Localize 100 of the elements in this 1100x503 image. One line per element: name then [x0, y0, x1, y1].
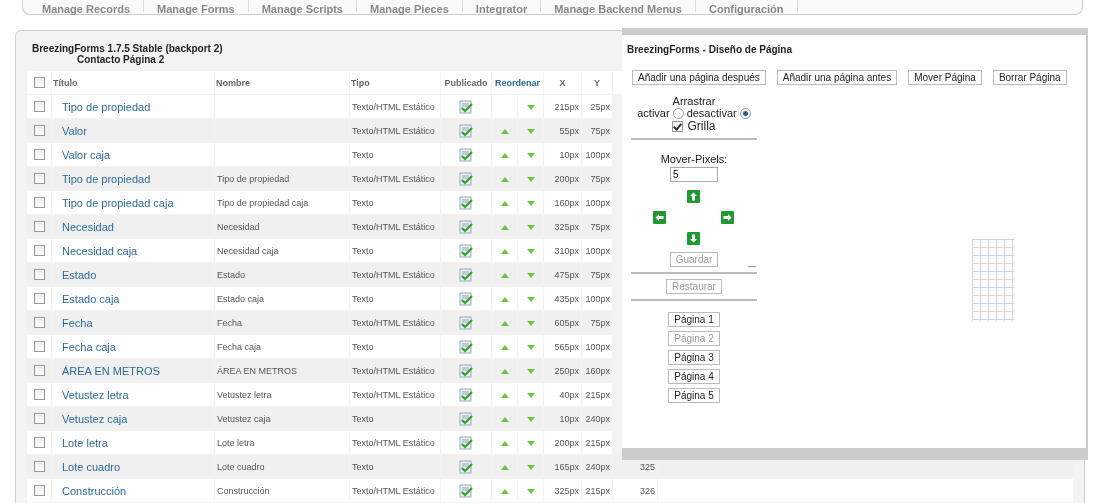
- published-icon[interactable]: [459, 363, 473, 378]
- row-checkbox[interactable]: [33, 317, 45, 329]
- published-icon[interactable]: [459, 99, 473, 114]
- move-down-icon[interactable]: [526, 296, 535, 302]
- row-checkbox[interactable]: [33, 293, 45, 305]
- move-up-icon[interactable]: [500, 200, 509, 206]
- move-down-icon[interactable]: [526, 416, 535, 422]
- grid-checkbox[interactable]: [672, 120, 684, 132]
- table-cell: Texto: [352, 149, 374, 160]
- column-header: Y: [582, 71, 612, 94]
- page-action-button[interactable]: Añadir una página antes: [776, 70, 898, 85]
- page-action-button[interactable]: Borrar Página: [992, 70, 1067, 85]
- move-up-icon[interactable]: [500, 224, 509, 230]
- right-arrow-icon[interactable]: [720, 211, 734, 224]
- published-icon[interactable]: [459, 411, 473, 426]
- published-icon[interactable]: [459, 315, 473, 330]
- title-link[interactable]: Estado: [54, 268, 97, 281]
- move-down-icon[interactable]: [526, 248, 535, 254]
- title-link[interactable]: Valor caja: [54, 148, 111, 161]
- row-checkbox[interactable]: [33, 149, 45, 161]
- published-icon[interactable]: [459, 267, 473, 282]
- move-down-icon[interactable]: [526, 464, 535, 470]
- move-up-icon[interactable]: [500, 464, 509, 470]
- page-button[interactable]: Página 4: [668, 369, 720, 384]
- title-link[interactable]: Vetustez caja: [54, 412, 128, 425]
- row-checkbox[interactable]: [33, 485, 45, 497]
- row-checkbox[interactable]: [33, 365, 45, 377]
- move-down-icon[interactable]: [526, 272, 535, 278]
- row-checkbox[interactable]: [33, 197, 45, 209]
- published-icon[interactable]: [459, 195, 473, 210]
- move-down-icon[interactable]: [526, 368, 535, 374]
- row-checkbox[interactable]: [33, 437, 45, 449]
- row-checkbox[interactable]: [33, 101, 45, 113]
- move-up-icon[interactable]: [500, 176, 509, 182]
- page-action-button[interactable]: Añadir una página después: [632, 70, 766, 85]
- move-down-icon[interactable]: [526, 200, 535, 206]
- move-up-icon[interactable]: [500, 344, 509, 350]
- row-checkbox[interactable]: [33, 389, 45, 401]
- page-button[interactable]: Página 5: [668, 388, 720, 403]
- move-down-icon[interactable]: [526, 440, 535, 446]
- move-up-icon[interactable]: [500, 320, 509, 326]
- move-down-icon[interactable]: [526, 176, 535, 182]
- title-link[interactable]: Lote cuadro: [54, 460, 121, 473]
- row-checkbox[interactable]: [33, 269, 45, 281]
- published-icon[interactable]: [459, 147, 473, 162]
- column-header: Tipo: [350, 71, 440, 94]
- up-arrow-icon[interactable]: [686, 190, 700, 203]
- published-icon[interactable]: [459, 459, 473, 474]
- move-down-icon[interactable]: [526, 320, 535, 326]
- published-icon[interactable]: [459, 435, 473, 450]
- move-up-icon[interactable]: [500, 392, 509, 398]
- move-up-icon[interactable]: [500, 488, 509, 494]
- published-icon[interactable]: [459, 171, 473, 186]
- page-button[interactable]: Página 1: [668, 312, 720, 327]
- title-link[interactable]: Fecha: [54, 316, 93, 329]
- move-down-icon[interactable]: [526, 392, 535, 398]
- radio-button[interactable]: [672, 107, 684, 119]
- published-icon[interactable]: [459, 483, 473, 498]
- published-icon[interactable]: [459, 243, 473, 258]
- move-up-icon[interactable]: [500, 248, 509, 254]
- move-up-icon[interactable]: [500, 296, 509, 302]
- left-arrow-icon[interactable]: [652, 211, 666, 224]
- table-cell: Fecha caja: [217, 341, 262, 352]
- published-icon[interactable]: [459, 219, 473, 234]
- row-checkbox[interactable]: [33, 245, 45, 257]
- row-checkbox[interactable]: [33, 173, 45, 185]
- move-down-icon[interactable]: [526, 488, 535, 494]
- move-up-icon[interactable]: [500, 416, 509, 422]
- page-button[interactable]: Página 3: [668, 350, 720, 365]
- published-icon[interactable]: [459, 291, 473, 306]
- move-down-icon[interactable]: [526, 224, 535, 230]
- title-link[interactable]: ÁREA EN METROS: [54, 364, 160, 377]
- move-up-icon[interactable]: [500, 152, 509, 158]
- published-icon[interactable]: [459, 123, 473, 138]
- move-up-icon[interactable]: [500, 368, 509, 374]
- published-icon[interactable]: [459, 387, 473, 402]
- move-up-icon[interactable]: [500, 128, 509, 134]
- move-down-icon[interactable]: [526, 104, 535, 110]
- select-all-checkbox[interactable]: [33, 77, 45, 89]
- table-cell: Texto/HTML Estático: [352, 437, 435, 448]
- move-down-icon[interactable]: [526, 128, 535, 134]
- row-checkbox[interactable]: [33, 125, 45, 137]
- radio-button[interactable]: [739, 107, 751, 119]
- row-checkbox[interactable]: [33, 221, 45, 233]
- row-checkbox[interactable]: [33, 341, 45, 353]
- move-down-icon[interactable]: [526, 344, 535, 350]
- published-icon[interactable]: [459, 339, 473, 354]
- page-action-button[interactable]: Mover Página: [908, 70, 982, 85]
- row-checkbox[interactable]: [33, 461, 45, 473]
- title-link[interactable]: Necesidad: [54, 220, 114, 233]
- pixels-input[interactable]: 5: [670, 167, 718, 182]
- move-up-icon[interactable]: [500, 272, 509, 278]
- move-up-icon[interactable]: [500, 440, 509, 446]
- move-down-icon[interactable]: [526, 152, 535, 158]
- title-link[interactable]: Valor: [54, 124, 87, 137]
- column-header[interactable]: Reordenar: [492, 71, 543, 94]
- down-arrow-icon[interactable]: [686, 232, 700, 245]
- title-link[interactable]: Tipo de propiedad: [54, 172, 151, 185]
- title-link[interactable]: Lote letra: [54, 436, 108, 449]
- row-checkbox[interactable]: [33, 413, 45, 425]
